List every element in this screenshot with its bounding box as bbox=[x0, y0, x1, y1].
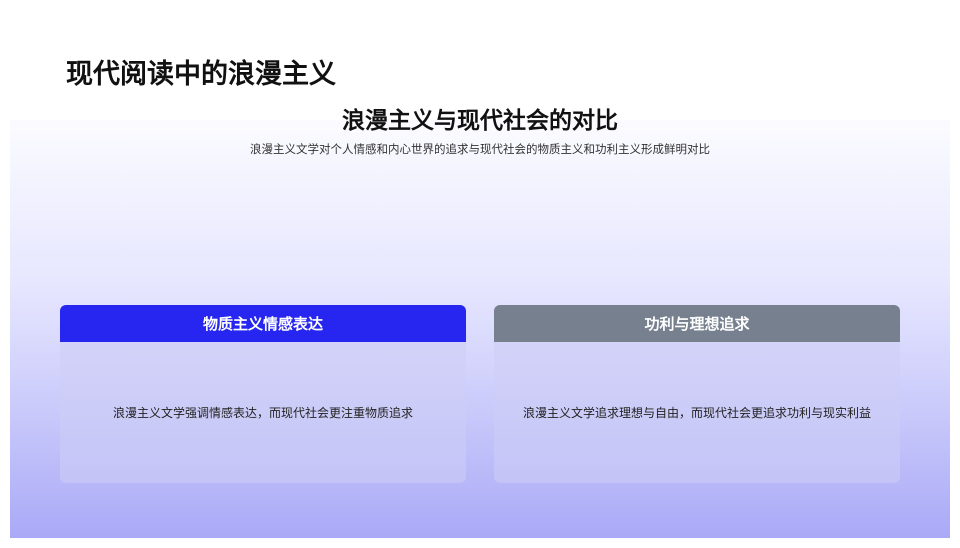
card-text: 浪漫主义文学强调情感表达，而现代社会更注重物质追求 bbox=[112, 406, 413, 420]
section-subtitle: 浪漫主义文学对个人情感和内心世界的追求与现代社会的物质主义和功利主义形成鲜明对比 bbox=[250, 142, 710, 156]
card-title: 功利与理想追求 bbox=[644, 315, 750, 333]
card-text: 浪漫主义文学追求理想与自由，而现代社会更追求功利与现实利益 bbox=[522, 406, 871, 420]
page-title: 现代阅读中的浪漫主义 bbox=[66, 59, 336, 90]
card-materialism: 物质主义情感表达 浪漫主义文学强调情感表达，而现代社会更注重物质追求 bbox=[60, 305, 466, 483]
card-header: 物质主义情感表达 bbox=[60, 305, 466, 342]
card-body: 浪漫主义文学强调情感表达，而现代社会更注重物质追求 bbox=[60, 342, 466, 483]
section-title: 浪漫主义与现代社会的对比 bbox=[342, 108, 618, 134]
card-utilitarianism: 功利与理想追求 浪漫主义文学追求理想与自由，而现代社会更追求功利与现实利益 bbox=[494, 305, 900, 483]
card-title: 物质主义情感表达 bbox=[202, 315, 323, 333]
card-body: 浪漫主义文学追求理想与自由，而现代社会更追求功利与现实利益 bbox=[494, 342, 900, 483]
card-header: 功利与理想追求 bbox=[494, 305, 900, 342]
